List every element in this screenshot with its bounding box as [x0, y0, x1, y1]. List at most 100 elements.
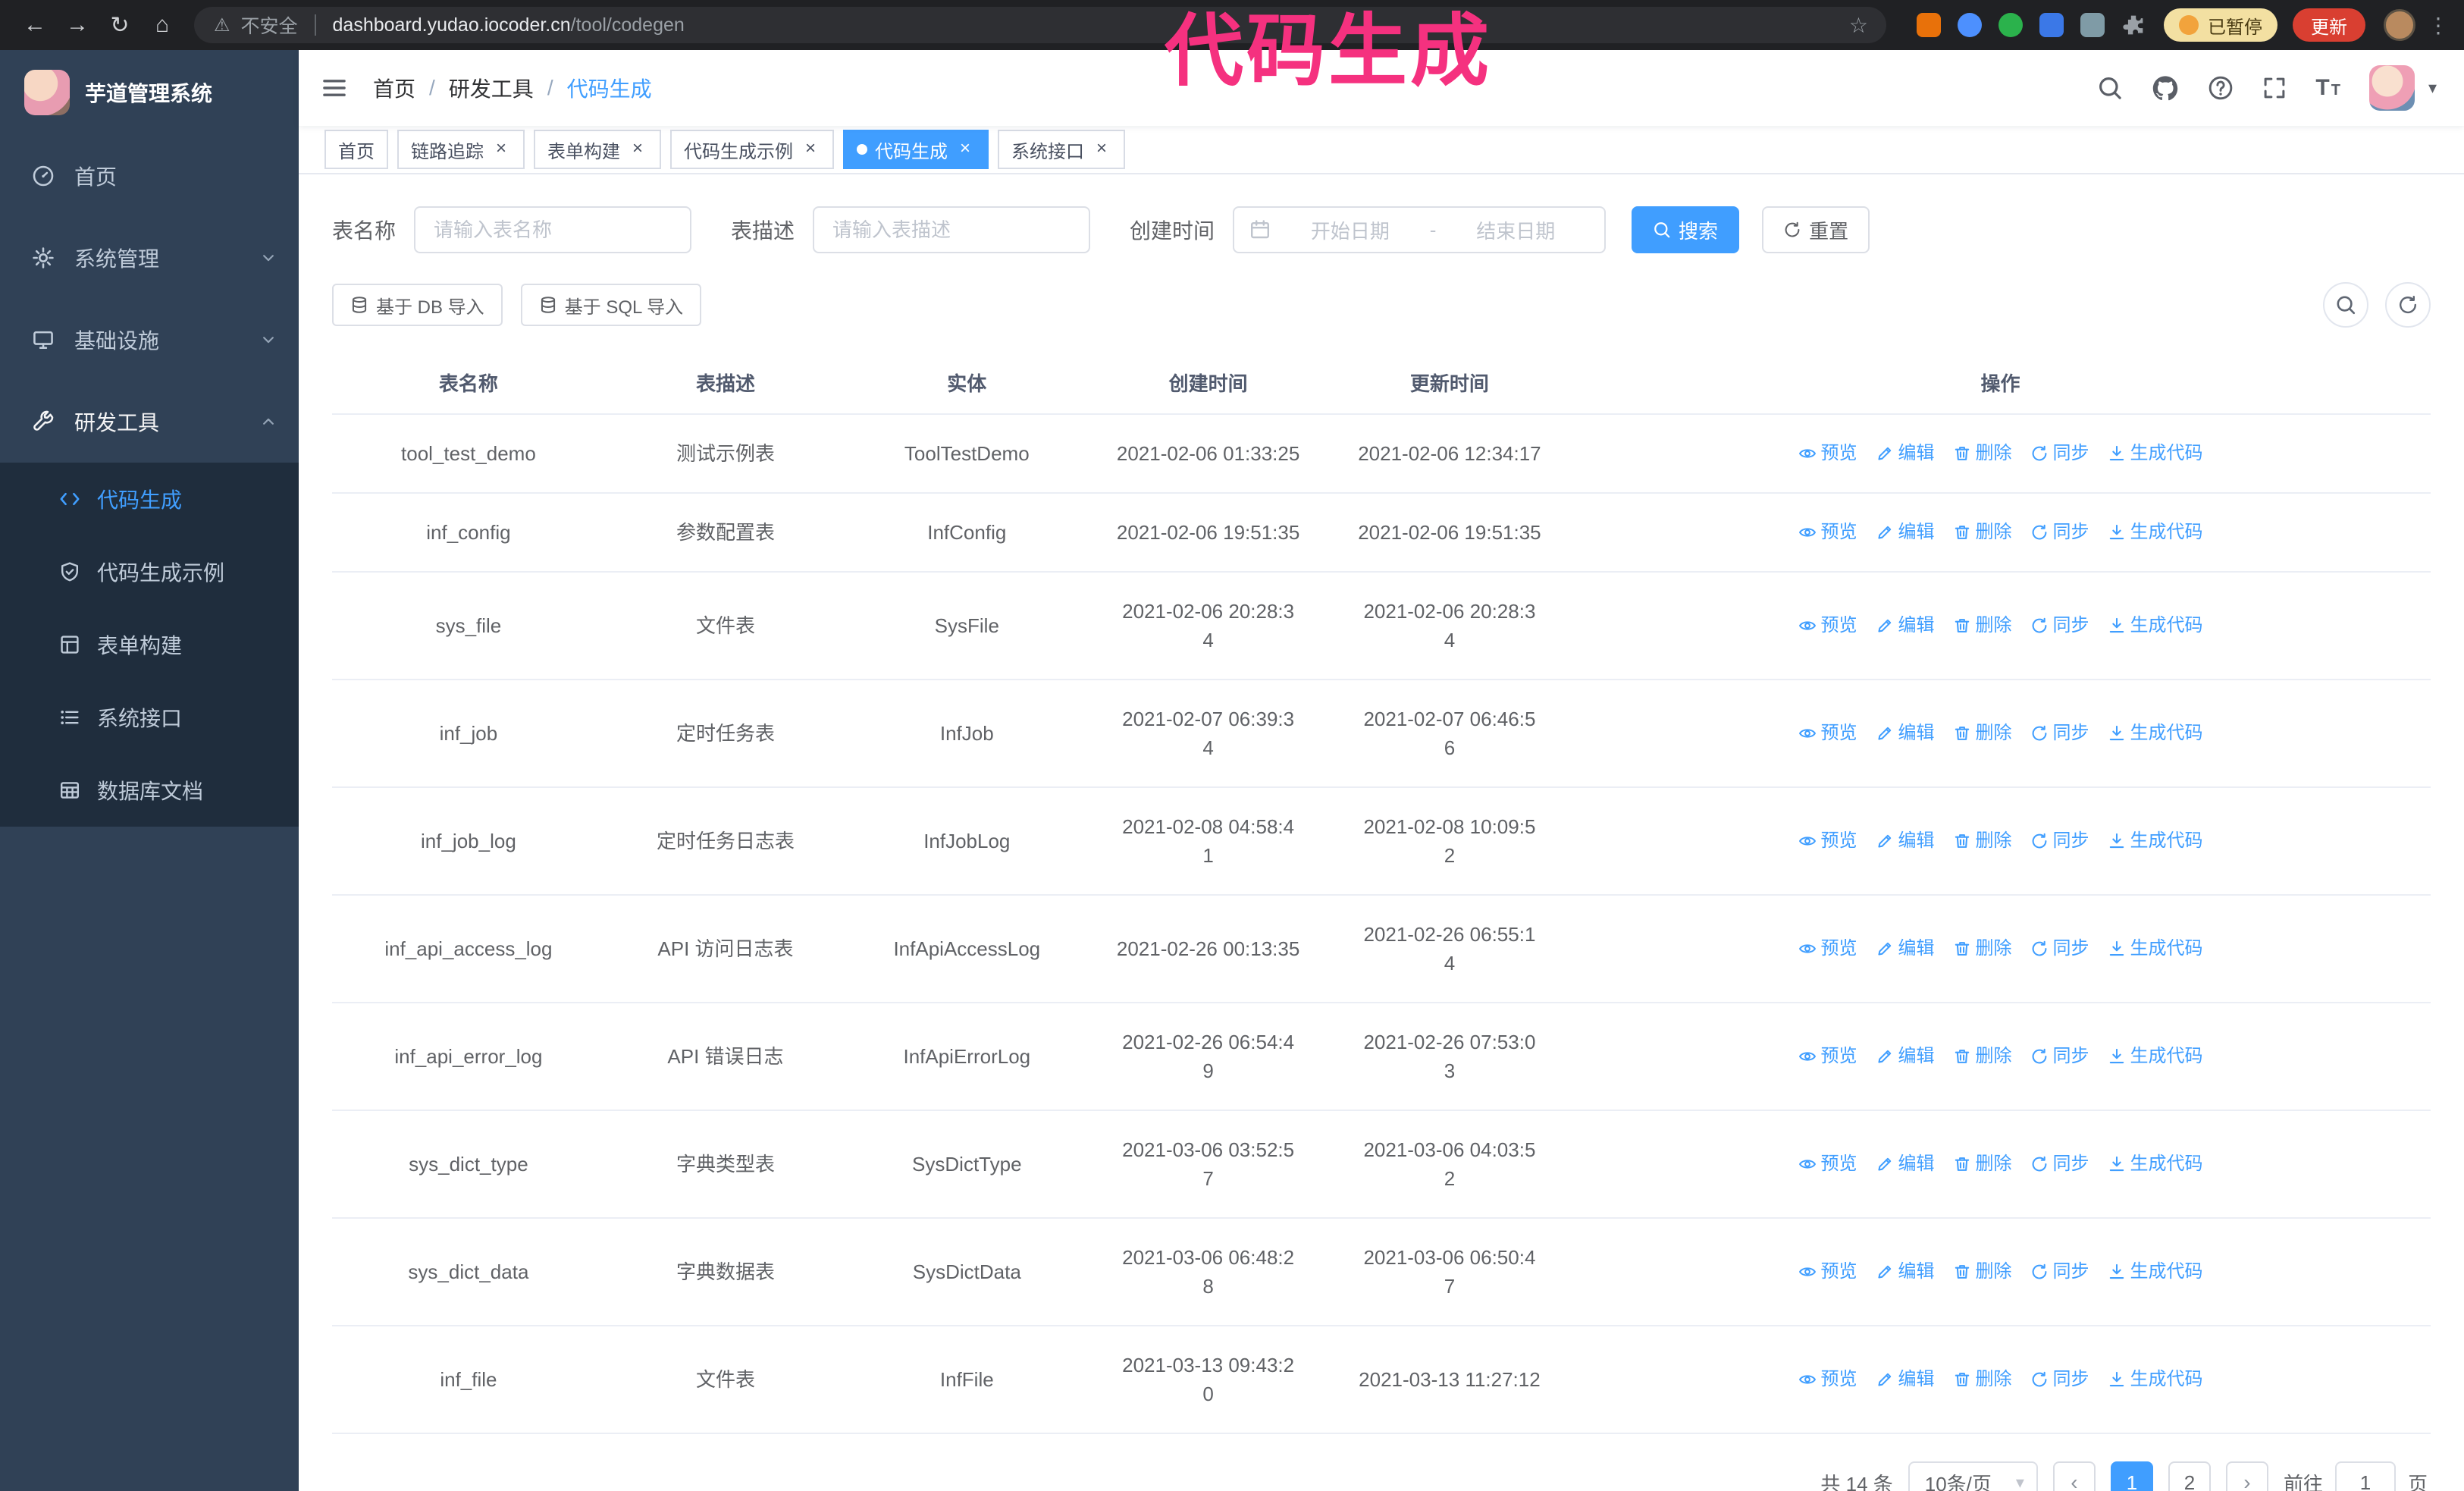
extension-icon[interactable] [1958, 13, 1982, 37]
sidebar-item-home[interactable]: 首页 [0, 135, 299, 217]
edit-link[interactable]: 编辑 [1876, 611, 1935, 640]
sync-link[interactable]: 同步 [2030, 934, 2089, 963]
extension-icon[interactable] [1998, 13, 2023, 37]
sync-link[interactable]: 同步 [2030, 611, 2089, 640]
extension-icon[interactable] [2039, 13, 2064, 37]
sidebar-item-dev-tools[interactable]: 研发工具 [0, 381, 299, 463]
browser-home-icon[interactable]: ⌂ [143, 5, 182, 45]
sync-link[interactable]: 同步 [2030, 1257, 2089, 1286]
sidebar-item-infrastructure[interactable]: 基础设施 [0, 299, 299, 381]
tab-trace[interactable]: 链路追踪 × [397, 130, 525, 169]
delete-link[interactable]: 删除 [1953, 518, 2012, 547]
delete-link[interactable]: 删除 [1953, 439, 2012, 468]
close-icon[interactable]: × [491, 140, 511, 159]
browser-update-button[interactable]: 更新 [2293, 8, 2365, 42]
toggle-search-button[interactable] [2323, 282, 2368, 328]
preview-link[interactable]: 预览 [1798, 1042, 1857, 1071]
user-avatar[interactable] [2368, 65, 2415, 111]
generate-code-link[interactable]: 生成代码 [2108, 827, 2203, 855]
browser-reload-icon[interactable]: ↻ [100, 5, 140, 45]
generate-code-link[interactable]: 生成代码 [2108, 1365, 2203, 1394]
goto-page-input[interactable] [2334, 1461, 2396, 1491]
edit-link[interactable]: 编辑 [1876, 827, 1935, 855]
breadcrumb-dev-tools[interactable]: 研发工具 [449, 73, 534, 103]
tab-system-api[interactable]: 系统接口 × [998, 130, 1125, 169]
edit-link[interactable]: 编辑 [1876, 518, 1935, 547]
extension-icon[interactable] [1917, 13, 1941, 37]
breadcrumb-home[interactable]: 首页 [373, 73, 415, 103]
browser-back-icon[interactable]: ← [15, 5, 55, 45]
sidebar-logo[interactable]: 芋道管理系统 [0, 50, 299, 135]
generate-code-link[interactable]: 生成代码 [2108, 719, 2203, 748]
next-page-button[interactable]: › [2225, 1461, 2268, 1491]
edit-link[interactable]: 编辑 [1876, 439, 1935, 468]
delete-link[interactable]: 删除 [1953, 827, 2012, 855]
sync-link[interactable]: 同步 [2030, 827, 2089, 855]
delete-link[interactable]: 删除 [1953, 1257, 2012, 1286]
tab-home[interactable]: 首页 [324, 130, 388, 169]
sync-link[interactable]: 同步 [2030, 518, 2089, 547]
sync-link[interactable]: 同步 [2030, 1150, 2089, 1179]
edit-link[interactable]: 编辑 [1876, 719, 1935, 748]
preview-link[interactable]: 预览 [1798, 1365, 1857, 1394]
font-size-icon[interactable]: TT [2315, 75, 2340, 101]
fullscreen-icon[interactable] [2262, 76, 2287, 100]
preview-link[interactable]: 预览 [1798, 934, 1857, 963]
preview-link[interactable]: 预览 [1798, 518, 1857, 547]
sidebar-subitem-system-api[interactable]: 系统接口 [0, 681, 299, 754]
tab-codegen-example[interactable]: 代码生成示例 × [670, 130, 834, 169]
sync-link[interactable]: 同步 [2030, 1042, 2089, 1071]
preview-link[interactable]: 预览 [1798, 827, 1857, 855]
page-number-1[interactable]: 1 [2110, 1461, 2153, 1491]
preview-link[interactable]: 预览 [1798, 439, 1857, 468]
sync-link[interactable]: 同步 [2030, 439, 2089, 468]
bookmark-star-icon[interactable]: ☆ [1837, 13, 1880, 38]
preview-link[interactable]: 预览 [1798, 1150, 1857, 1179]
delete-link[interactable]: 删除 [1953, 1042, 2012, 1071]
edit-link[interactable]: 编辑 [1876, 1365, 1935, 1394]
delete-link[interactable]: 删除 [1953, 611, 2012, 640]
generate-code-link[interactable]: 生成代码 [2108, 1257, 2203, 1286]
edit-link[interactable]: 编辑 [1876, 1257, 1935, 1286]
prev-page-button[interactable]: ‹ [2052, 1461, 2096, 1491]
delete-link[interactable]: 删除 [1953, 1365, 2012, 1394]
tab-form-builder[interactable]: 表单构建 × [534, 130, 661, 169]
generate-code-link[interactable]: 生成代码 [2108, 1150, 2203, 1179]
github-icon[interactable] [2152, 74, 2179, 102]
page-number-2[interactable]: 2 [2168, 1461, 2211, 1491]
preview-link[interactable]: 预览 [1798, 1257, 1857, 1286]
delete-link[interactable]: 删除 [1953, 934, 2012, 963]
generate-code-link[interactable]: 生成代码 [2108, 934, 2203, 963]
table-name-input[interactable] [414, 206, 692, 253]
extensions-puzzle-icon[interactable] [2121, 13, 2146, 37]
hamburger-icon[interactable] [321, 75, 347, 101]
browser-profile-avatar[interactable] [2384, 9, 2415, 41]
generate-code-link[interactable]: 生成代码 [2108, 518, 2203, 547]
generate-code-link[interactable]: 生成代码 [2108, 611, 2203, 640]
import-sql-button[interactable]: 基于 SQL 导入 [520, 284, 702, 326]
page-size-select[interactable]: 10条/页 ▾ [1908, 1461, 2038, 1491]
browser-forward-icon[interactable]: → [58, 5, 97, 45]
edit-link[interactable]: 编辑 [1876, 1042, 1935, 1071]
close-icon[interactable]: × [628, 140, 647, 159]
edit-link[interactable]: 编辑 [1876, 1150, 1935, 1179]
delete-link[interactable]: 删除 [1953, 1150, 2012, 1179]
close-icon[interactable]: × [1092, 140, 1111, 159]
preview-link[interactable]: 预览 [1798, 719, 1857, 748]
close-icon[interactable]: × [801, 140, 820, 159]
sidebar-item-system-management[interactable]: 系统管理 [0, 217, 299, 299]
extension-icon[interactable] [2080, 13, 2105, 37]
refresh-table-button[interactable] [2385, 282, 2431, 328]
search-button[interactable]: 搜索 [1632, 206, 1740, 253]
sidebar-subitem-form-builder[interactable]: 表单构建 [0, 608, 299, 681]
table-desc-input[interactable] [813, 206, 1091, 253]
import-db-button[interactable]: 基于 DB 导入 [332, 284, 503, 326]
edit-link[interactable]: 编辑 [1876, 934, 1935, 963]
paused-badge[interactable]: 已暂停 [2164, 8, 2277, 42]
address-bar[interactable]: ⚠ 不安全 dashboard.yudao.iocoder.cn/tool/co… [194, 7, 1886, 43]
browser-menu-icon[interactable]: ⋮ [2428, 13, 2449, 38]
help-icon[interactable] [2208, 75, 2234, 101]
delete-link[interactable]: 删除 [1953, 719, 2012, 748]
close-icon[interactable]: × [955, 140, 975, 159]
sidebar-subitem-db-docs[interactable]: 数据库文档 [0, 754, 299, 827]
